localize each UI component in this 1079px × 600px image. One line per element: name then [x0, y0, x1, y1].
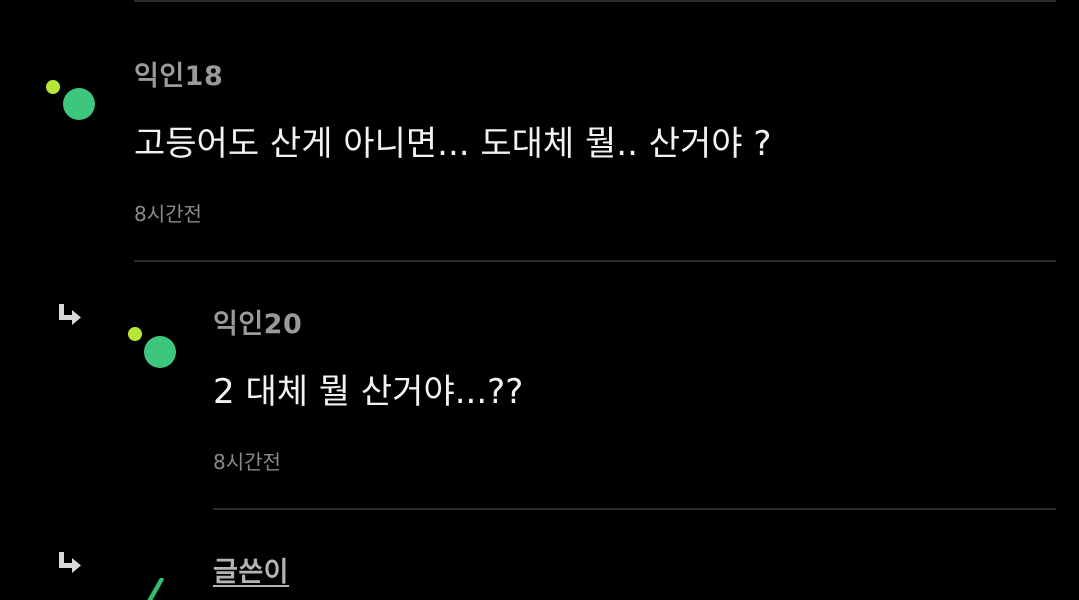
comment-text: 고등어도 산게 아니면... 도대체 뭘.. 산거야 ?: [134, 124, 772, 164]
comment-timestamp: 8시간전: [213, 450, 281, 474]
comment-nickname[interactable]: 익인20: [213, 302, 302, 341]
anonymous-avatar-icon: [46, 78, 96, 128]
divider-top: [134, 0, 1056, 2]
avatar-big-dot: [144, 336, 176, 368]
author-check-icon: [147, 578, 164, 600]
reply-arrow-icon: [59, 552, 81, 573]
comment-divider: [213, 508, 1056, 510]
reply-arrow-icon: [59, 304, 81, 325]
avatar-small-dot: [128, 327, 142, 341]
avatar-big-dot: [63, 88, 95, 120]
comment-nickname[interactable]: 익인18: [134, 54, 223, 93]
comment-divider: [134, 260, 1056, 262]
comment-timestamp: 8시간전: [134, 202, 202, 226]
anonymous-avatar-icon: [128, 326, 178, 376]
author-nickname[interactable]: 글쓴이: [213, 550, 289, 589]
comment-text: 2 대체 뭘 산거야...??: [213, 372, 524, 412]
avatar-small-dot: [46, 80, 60, 94]
